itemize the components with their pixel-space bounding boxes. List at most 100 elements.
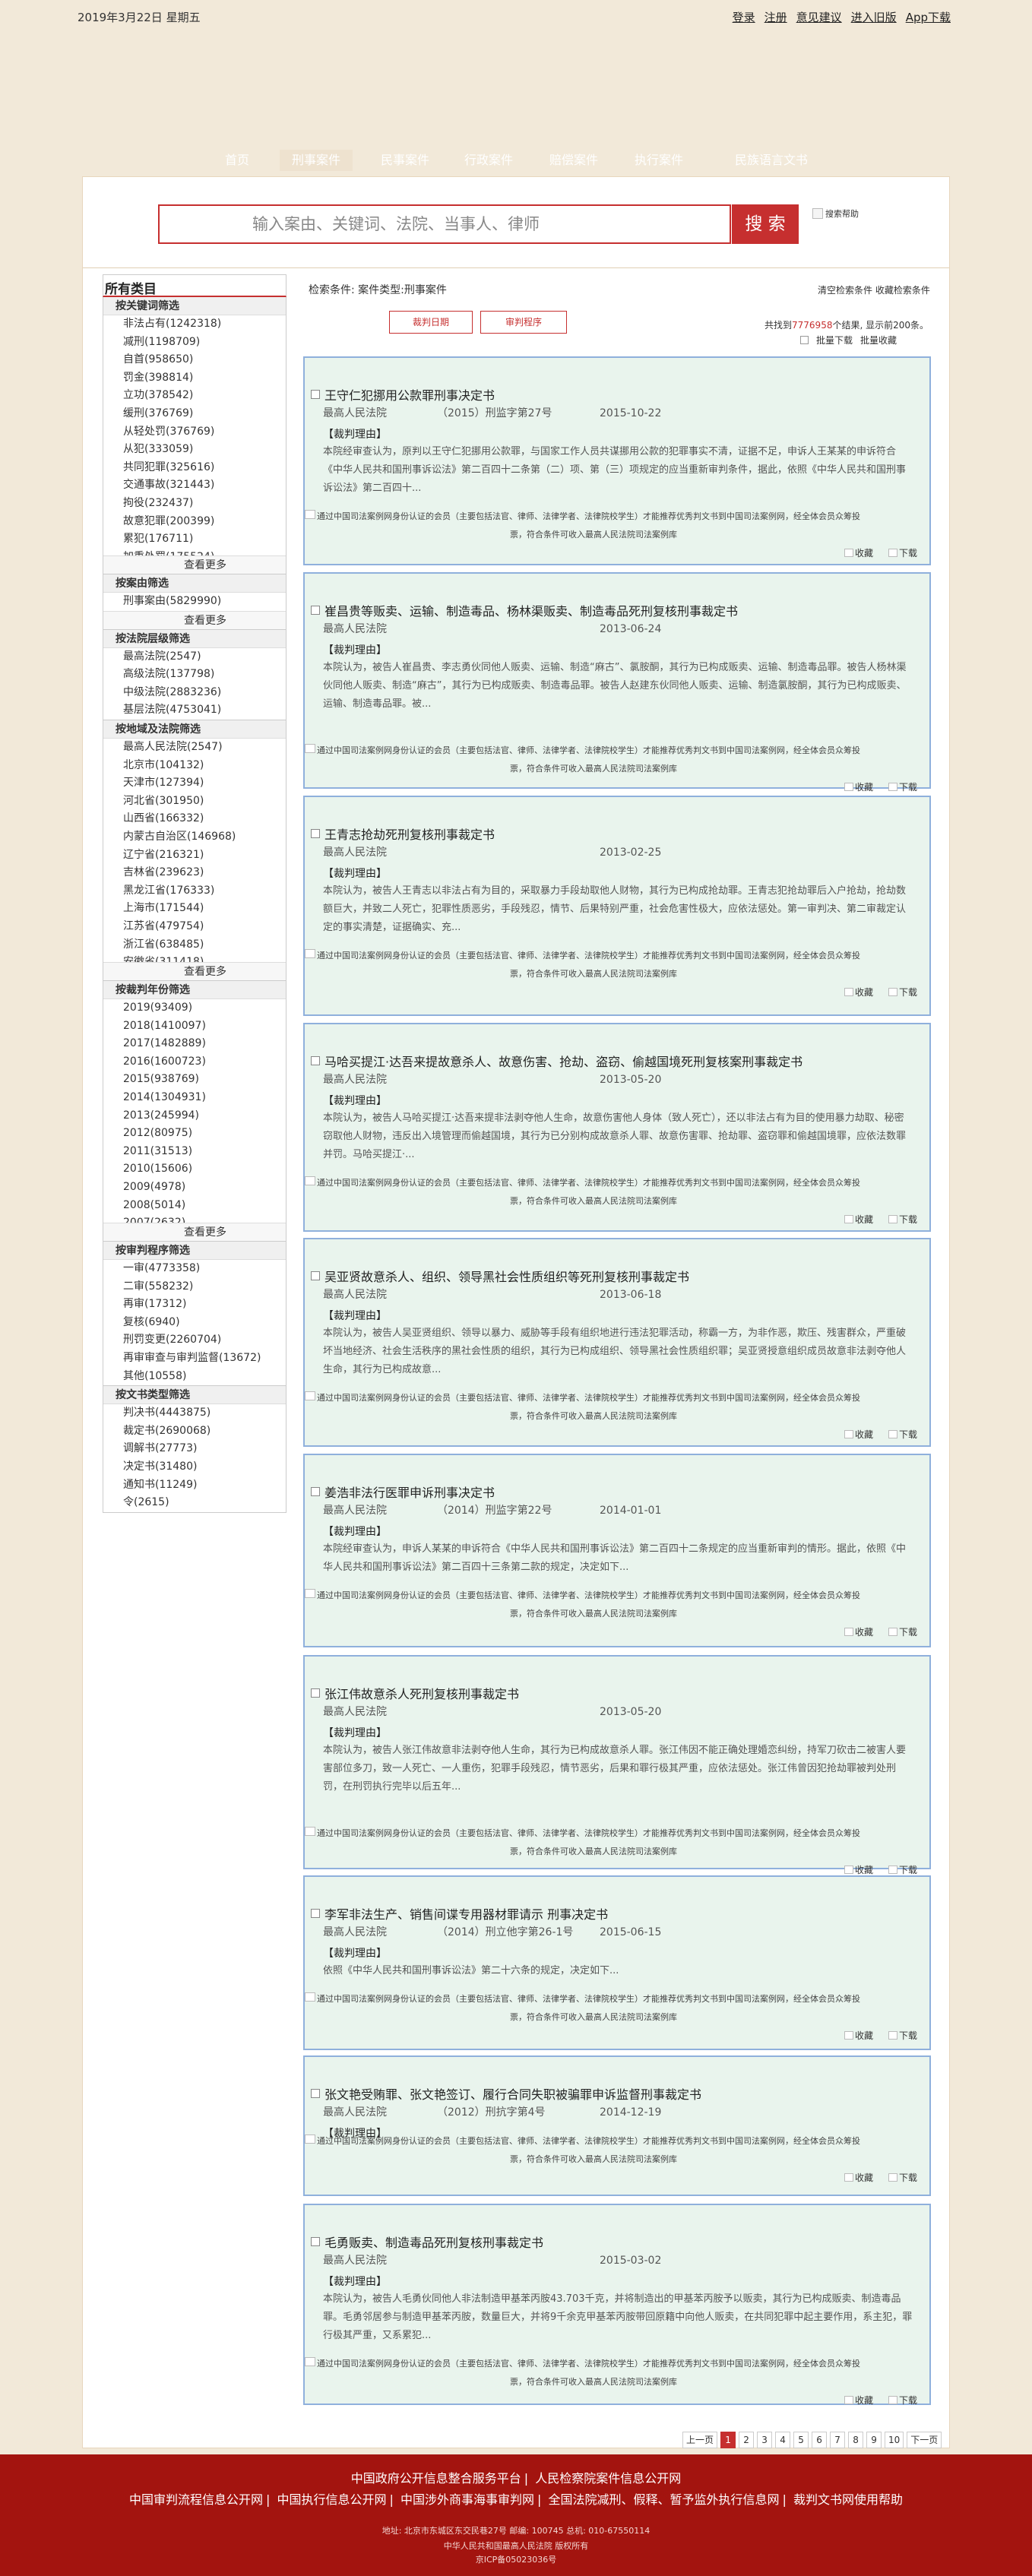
filter-item[interactable]: 2014(1304931) [123, 1089, 286, 1107]
case-checkbox[interactable] [311, 390, 320, 399]
case-title-text[interactable]: 王青志抢劫死刑复核刑事裁定书 [324, 824, 495, 843]
favorite-button[interactable]: 收藏 [844, 1625, 873, 1638]
filter-item[interactable]: 中级法院(2883236) [123, 684, 286, 702]
case-title-text[interactable]: 崔昌贵等贩卖、运输、制造毒品、杨林渠贩卖、制造毒品死刑复核刑事裁定书 [324, 601, 738, 619]
filter-item[interactable]: 江苏省(479754) [123, 918, 286, 936]
filter-item[interactable]: 刑事案由(5829990) [123, 593, 286, 611]
case-checkbox[interactable] [311, 1487, 320, 1496]
filter-item[interactable]: 山西省(166332) [123, 810, 286, 828]
old-version-link[interactable]: 进入旧版 [851, 9, 897, 25]
filter-item[interactable]: 减刑(1198709) [123, 334, 286, 352]
case-title[interactable]: 崔昌贵等贩卖、运输、制造毒品、杨林渠贩卖、制造毒品死刑复核刑事裁定书 [311, 601, 738, 619]
filter-item[interactable]: 最高人民法院(2547) [123, 739, 286, 757]
download-button[interactable]: 下载 [888, 2029, 917, 2042]
nav-administrative[interactable]: 行政案件 [454, 150, 523, 171]
filter-item[interactable]: 调解书(27773) [123, 1440, 286, 1458]
select-all-checkbox[interactable] [800, 336, 809, 344]
filter-item[interactable]: 再审审查与审判监督(13672) [123, 1350, 286, 1368]
case-checkbox[interactable] [311, 829, 320, 838]
footer-link[interactable]: 全国法院减刑、假释、暂予监外执行信息网 [548, 2492, 779, 2507]
case-title-text[interactable]: 马哈买提江·达吾来提故意杀人、故意伤害、抢劫、盗窃、偷越国境死刑复核案刑事裁定书 [324, 1052, 802, 1070]
favorite-button[interactable]: 收藏 [844, 1863, 873, 1876]
case-title[interactable]: 马哈买提江·达吾来提故意杀人、故意伤害、抢劫、盗窃、偷越国境死刑复核案刑事裁定书 [311, 1052, 802, 1070]
filter-item[interactable]: 吉林省(239623) [123, 864, 286, 882]
filter-item[interactable]: 其他(10558) [123, 1368, 286, 1386]
filter-item[interactable]: 2018(1410097) [123, 1017, 286, 1036]
download-button[interactable]: 下载 [888, 1625, 917, 1638]
download-button[interactable]: 下载 [888, 986, 917, 998]
footer-link[interactable]: 中国涉外商事海事审判网 [400, 2492, 534, 2507]
filter-item[interactable]: 罚金(398814) [123, 369, 286, 388]
case-title[interactable]: 毛勇贩卖、制造毒品死刑复核刑事裁定书 [311, 2233, 543, 2251]
case-checkbox[interactable] [311, 2089, 320, 2098]
filter-item[interactable]: 缓刑(376769) [123, 405, 286, 423]
filter-item[interactable]: 2010(15606) [123, 1160, 286, 1179]
login-link[interactable]: 登录 [733, 9, 755, 25]
filter-item[interactable]: 共同犯罪(325616) [123, 459, 286, 477]
case-title[interactable]: 姜浩非法行医罪申诉刑事决定书 [311, 1483, 495, 1501]
filter-item[interactable]: 2007(2632) [123, 1214, 286, 1223]
favorite-button[interactable]: 收藏 [844, 1428, 873, 1441]
case-title[interactable]: 王守仁犯挪用公款罪刑事决定书 [311, 385, 495, 403]
filter-item[interactable]: 复核(6940) [123, 1314, 286, 1332]
favorite-button[interactable]: 收藏 [844, 780, 873, 793]
view-more-link[interactable]: 查看更多 [103, 610, 286, 629]
filter-item[interactable]: 通知书(11249) [123, 1476, 286, 1495]
filter-item[interactable]: 立功(378542) [123, 387, 286, 405]
filter-item[interactable]: 刑罚变更(2260704) [123, 1331, 286, 1350]
case-title-text[interactable]: 李军非法生产、销售间谍专用器材罪请示 刑事决定书 [324, 1904, 608, 1923]
next-page-button[interactable]: 下一页 [907, 2432, 942, 2448]
footer-link[interactable]: 人民检察院案件信息公开网 [535, 2471, 681, 2486]
search-input[interactable] [160, 206, 730, 242]
filter-item[interactable]: 辽宁省(216321) [123, 847, 286, 865]
view-more-link[interactable]: 查看更多 [103, 555, 286, 574]
filter-item[interactable]: 决定书(31480) [123, 1458, 286, 1476]
page-9[interactable]: 9 [866, 2432, 882, 2448]
filter-item[interactable]: 故意犯罪(200399) [123, 513, 286, 531]
filter-item[interactable]: 高级法院(137798) [123, 666, 286, 684]
filter-item[interactable]: 再审(17312) [123, 1296, 286, 1314]
filter-item[interactable]: 2019(93409) [123, 999, 286, 1017]
case-title[interactable]: 吴亚贤故意杀人、组织、领导黑社会性质组织等死刑复核刑事裁定书 [311, 1267, 689, 1285]
filter-item[interactable]: 上海市(171544) [123, 900, 286, 918]
filter-item[interactable]: 2008(5014) [123, 1197, 286, 1215]
filter-item[interactable]: 2009(4978) [123, 1179, 286, 1197]
filter-item[interactable]: 2017(1482889) [123, 1035, 286, 1053]
feedback-link[interactable]: 意见建议 [796, 9, 842, 25]
filter-item[interactable]: 天津市(127394) [123, 774, 286, 793]
case-checkbox[interactable] [311, 1909, 320, 1918]
page-4[interactable]: 4 [775, 2432, 791, 2448]
favorite-button[interactable]: 收藏 [844, 2394, 873, 2407]
filter-item[interactable]: 浙江省(638485) [123, 936, 286, 954]
download-button[interactable]: 下载 [888, 780, 917, 793]
download-button[interactable]: 下载 [888, 1213, 917, 1226]
filter-item[interactable]: 2016(1600723) [123, 1053, 286, 1071]
page-5[interactable]: 5 [793, 2432, 809, 2448]
filter-item[interactable]: 2015(938769) [123, 1071, 286, 1089]
condition-actions[interactable]: 清空检索条件 收藏检索条件 [818, 283, 930, 296]
filter-item[interactable]: 从犯(333059) [123, 441, 286, 459]
case-title[interactable]: 李军非法生产、销售间谍专用器材罪请示 刑事决定书 [311, 1904, 608, 1923]
case-title[interactable]: 张文艳受贿罪、张文艳签订、履行合同失职被骗罪申诉监督刑事裁定书 [311, 2084, 701, 2103]
filter-item[interactable]: 2013(245994) [123, 1107, 286, 1125]
prev-page-button[interactable]: 上一页 [682, 2432, 718, 2448]
page-3[interactable]: 3 [757, 2432, 773, 2448]
download-button[interactable]: 下载 [888, 546, 917, 559]
page-2[interactable]: 2 [739, 2432, 755, 2448]
nav-criminal[interactable]: 刑事案件 [280, 150, 353, 171]
case-title[interactable]: 王青志抢劫死刑复核刑事裁定书 [311, 824, 495, 843]
case-checkbox[interactable] [311, 1271, 320, 1280]
filter-item[interactable]: 基层法院(4753041) [123, 701, 286, 720]
case-checkbox[interactable] [311, 1056, 320, 1065]
filter-item[interactable]: 内蒙古自治区(146968) [123, 828, 286, 847]
favorite-button[interactable]: 收藏 [844, 2029, 873, 2042]
footer-link[interactable]: 中国政府公开信息整合服务平台 [351, 2471, 521, 2486]
filter-item[interactable]: 安徽省(311418) [123, 954, 286, 962]
page-6[interactable]: 6 [812, 2432, 828, 2448]
filter-item[interactable]: 令(2615) [123, 1494, 286, 1512]
page-7[interactable]: 7 [830, 2432, 846, 2448]
nav-enforcement[interactable]: 执行案件 [625, 150, 693, 171]
filter-item[interactable]: 最高法院(2547) [123, 648, 286, 666]
case-title-text[interactable]: 王守仁犯挪用公款罪刑事决定书 [324, 385, 495, 403]
nav-home[interactable]: 首页 [213, 150, 261, 171]
